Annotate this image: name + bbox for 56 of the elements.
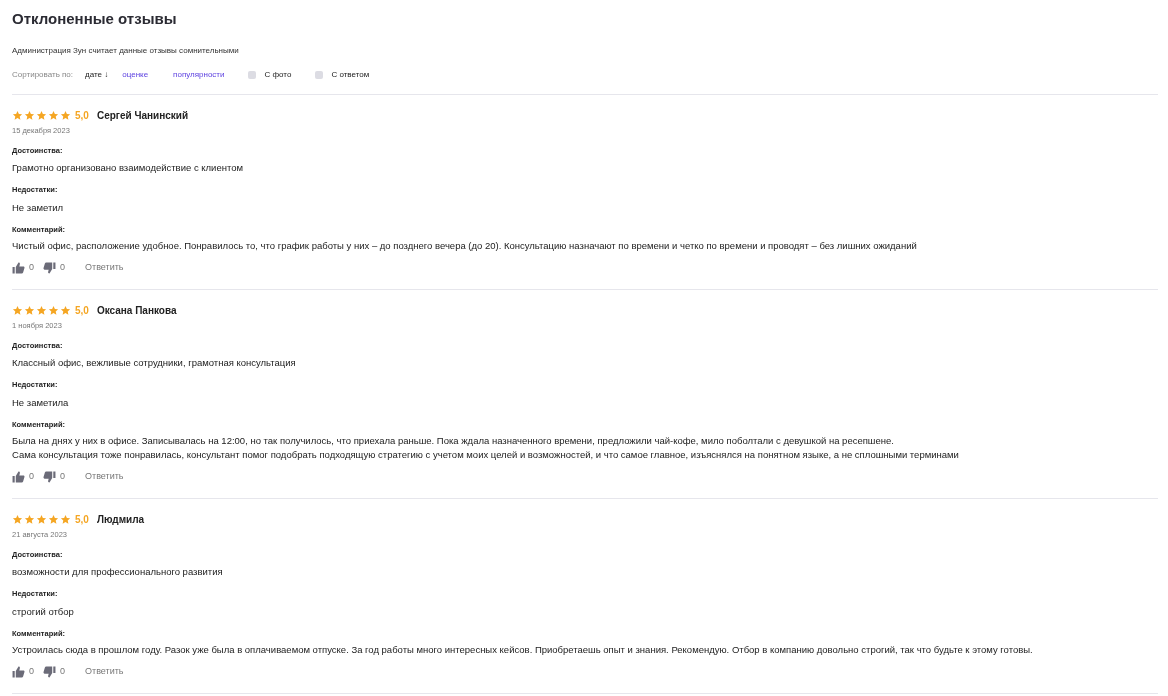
- reply-button[interactable]: Ответить: [85, 470, 124, 484]
- page-title: Отклоненные отзывы: [12, 9, 178, 29]
- like-count: 0: [29, 470, 34, 483]
- thumbs-down-icon[interactable]: [43, 665, 56, 678]
- star-icon: [24, 110, 35, 121]
- author-name: Оксана Панкова: [96, 304, 177, 318]
- dislike-count: 0: [60, 261, 66, 274]
- comment-text: Была на днях у них в офисе. Записывалась на 12:00, но так получилось, что приехала раньше. Пока ждала назначенного времени, предложили чай-кофе, мило поболтали с девушкой на ресепшене.: [12, 434, 895, 448]
- thumbs-down-icon[interactable]: [43, 261, 56, 274]
- star-icon: [36, 305, 47, 316]
- subtitle: Администрация Зун считает данные отзывы сомнительными: [12, 44, 240, 57]
- section-text: Не заметил: [12, 200, 65, 215]
- sort-option[interactable]: оценке: [122, 68, 149, 81]
- sort-option[interactable]: дате ↓: [85, 68, 109, 81]
- reply-button[interactable]: Ответить: [85, 261, 124, 275]
- star-icon: [60, 305, 71, 316]
- like-count: 0: [29, 261, 34, 274]
- star-icon: [24, 305, 35, 316]
- author-name: Людмила: [96, 513, 145, 527]
- star-icon: [48, 514, 59, 525]
- star-icon: [36, 110, 47, 121]
- filter-label: С ответом: [331, 68, 370, 81]
- checkbox[interactable]: [248, 70, 257, 79]
- rating-value: 5,0: [75, 109, 89, 123]
- star-icon: [48, 110, 59, 121]
- thumbs-up-icon[interactable]: [12, 470, 25, 483]
- comment-text: Устроилась сюда в прошлом году. Разок уже была в оплачиваемом отпуске. За год работы много интересных кейсов. Приобретаешь опыт и знания. Рекомендую. Отбор в компанию довольно строгий, так что будьте к этому готовы.: [12, 643, 1034, 657]
- sort-label: Сортировать по:: [12, 68, 74, 81]
- checkbox[interactable]: [315, 70, 324, 79]
- star-icon: [60, 110, 71, 121]
- section-text: возможности для профессионального развития: [12, 565, 224, 579]
- star-icon: [12, 514, 23, 525]
- thumbs-down-icon[interactable]: [43, 470, 56, 483]
- dislike-count: 0: [60, 470, 66, 483]
- section-text: Классный офис, вежливые сотрудники, грамотная консультация: [12, 356, 297, 370]
- star-icon: [60, 514, 71, 525]
- star-icon: [12, 110, 23, 121]
- dislike-count: 0: [60, 665, 66, 678]
- filter-label: С фото: [264, 68, 292, 81]
- thumbs-up-icon[interactable]: [12, 261, 25, 274]
- thumbs-up-icon[interactable]: [12, 665, 25, 678]
- rating-value: 5,0: [75, 513, 89, 527]
- section-text: Не заметила: [12, 395, 70, 410]
- star-icon: [24, 514, 35, 525]
- sort-option[interactable]: популярности: [173, 68, 225, 81]
- like-count: 0: [29, 665, 34, 678]
- author-name: Сергей Чанинский: [96, 109, 189, 123]
- section-text: строгий отбор: [12, 604, 75, 619]
- rating-value: 5,0: [75, 304, 89, 318]
- reply-button[interactable]: Ответить: [85, 665, 124, 679]
- star-icon: [36, 514, 47, 525]
- comment-text: Сама консультация тоже понравилась, консультант помог подобрать подходящую стратегию с учетом моих целей и возможностей, и что самое главное, изъяснялся на понятном языке, а не сплошными терминами: [12, 448, 960, 462]
- star-icon: [12, 305, 23, 316]
- section-text: Грамотно организовано взаимодействие с клиентом: [12, 161, 244, 175]
- comment-text: Чистый офис, расположение удобное. Понравилось то, что график работы у них – до позднего вечера (до 20). Консультацию назначают по времени и четко по времени и проводят – без лишних ожиданий: [12, 239, 918, 253]
- star-icon: [48, 305, 59, 316]
